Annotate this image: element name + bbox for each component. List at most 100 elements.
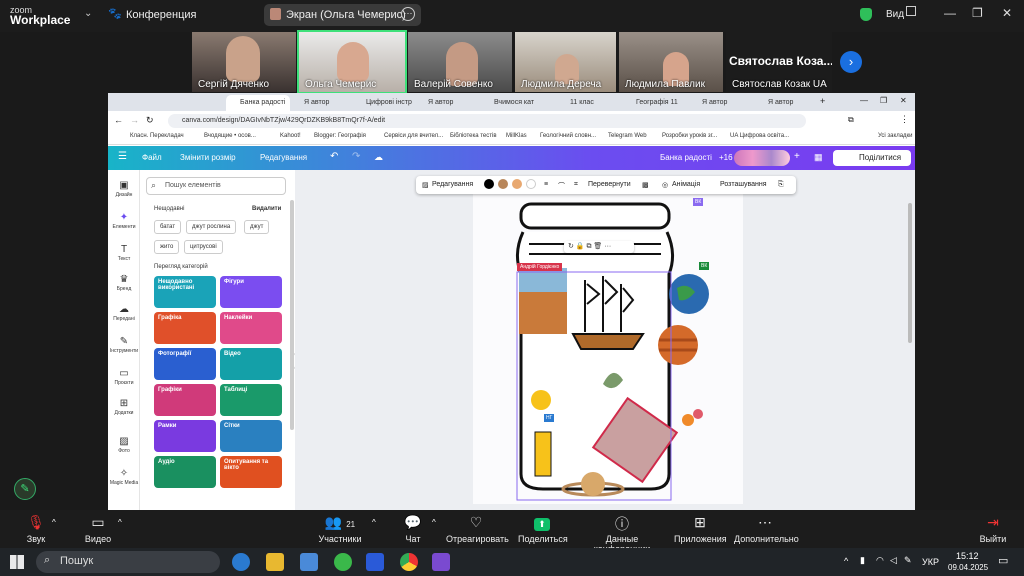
tab[interactable]: 11 клас xyxy=(556,95,614,111)
line-style-icon[interactable]: ≡ xyxy=(544,181,548,188)
bookmark[interactable]: Бібліотека тестів xyxy=(450,133,497,139)
annotate-pen-icon[interactable]: ✎ xyxy=(14,478,36,500)
hamburger-icon[interactable]: ☰ xyxy=(118,151,127,162)
chevron-up-icon[interactable]: ^ xyxy=(432,518,436,527)
editing-mode-button[interactable]: Редагування xyxy=(260,153,307,162)
category-tile[interactable]: Нещодавно використані xyxy=(154,276,216,308)
corner-icon[interactable]: ⌒ xyxy=(558,181,565,191)
category-tile[interactable]: Рамки xyxy=(154,420,216,452)
search-input[interactable]: ⌕ Пошук елементів xyxy=(146,177,286,195)
store-icon[interactable] xyxy=(300,553,318,571)
tab[interactable]: Цифрові інстр xyxy=(352,95,414,111)
canvas-scrollbar[interactable] xyxy=(908,203,912,343)
participant-tile[interactable]: Людмила Дереча xyxy=(515,32,616,92)
bookmark[interactable]: Blogger: Географія xyxy=(314,133,366,139)
file-menu[interactable]: Файл xyxy=(142,153,162,162)
bookmark[interactable]: UA Цифрова освіта... xyxy=(730,133,789,139)
pen-tray-icon[interactable]: ✎ xyxy=(904,555,912,566)
participants-button[interactable]: 👥 21 Участники xyxy=(310,514,370,544)
copy-style-icon[interactable]: ⎘ xyxy=(778,181,784,189)
chevron-up-icon[interactable]: ^ xyxy=(52,518,56,527)
crop-icon[interactable]: ⌗ xyxy=(574,181,578,189)
battery-icon[interactable]: ▮ xyxy=(860,555,865,566)
tab[interactable]: Вчимося кат xyxy=(480,95,542,111)
mute-button[interactable]: 🎙 Звук xyxy=(16,514,56,544)
participant-tile[interactable]: Сергій Дяченко xyxy=(192,32,296,92)
forward-icon[interactable]: → xyxy=(130,115,139,125)
leave-button[interactable]: ⇥ Выйти xyxy=(976,514,1010,544)
edge-icon[interactable] xyxy=(232,553,250,571)
chevron-up-icon[interactable]: ^ xyxy=(118,518,122,527)
tab[interactable]: Географія 11 xyxy=(622,95,684,111)
restore-icon[interactable]: ❐ xyxy=(880,96,887,105)
color-swatch[interactable] xyxy=(498,179,508,189)
clock-time[interactable]: 15:12 xyxy=(956,551,979,561)
animate-button[interactable]: Анімація xyxy=(672,181,700,188)
extensions-icon[interactable]: ⧉ xyxy=(848,115,854,125)
tab-active[interactable]: Банка радості xyxy=(226,95,290,111)
chevron-down-icon[interactable]: ⌄ xyxy=(84,8,92,19)
recent-chip[interactable]: жито xyxy=(154,240,180,254)
taskbar-search[interactable]: ⌕ Пошук xyxy=(36,551,220,573)
clock-date[interactable]: 09.04.2025 xyxy=(948,563,988,572)
participant-tile[interactable]: Святослав Коза... Святослав Козак UA xyxy=(726,32,832,92)
reload-icon[interactable]: ↻ xyxy=(146,115,154,126)
category-tile[interactable]: Фотографії xyxy=(154,348,216,380)
edit-image-icon[interactable]: ▨ xyxy=(422,181,429,189)
panel-scrollbar[interactable] xyxy=(290,200,294,430)
design-page[interactable]: Андрій Гордієнко ВК НГ ВК xyxy=(473,184,743,504)
video-button[interactable]: ▭ Видео xyxy=(76,514,120,544)
color-swatch[interactable] xyxy=(526,179,536,189)
rail-tools[interactable]: ✎ Інструменти xyxy=(108,336,140,354)
category-tile[interactable]: Відео xyxy=(220,348,282,380)
position-button[interactable]: Розташування xyxy=(720,181,767,188)
react-button[interactable]: ♡ Отреагировать xyxy=(446,514,509,544)
wifi-icon[interactable]: ◠ xyxy=(876,555,884,566)
next-page-icon[interactable]: › xyxy=(840,51,862,73)
notifications-icon[interactable]: ▭ xyxy=(998,554,1008,567)
language-indicator[interactable]: УКР xyxy=(922,557,939,567)
new-tab-icon[interactable]: + xyxy=(820,96,825,106)
url-field[interactable]: canva.com/design/DAGIvNbTZjw/429QrDZKB9k… xyxy=(168,114,806,128)
element-quick-actions[interactable]: ↻ 🔒 ⧉ 🗑 ··· xyxy=(564,241,634,253)
shield-icon[interactable] xyxy=(860,8,872,21)
undo-icon[interactable]: ↶ xyxy=(330,151,338,162)
rail-magic-media[interactable]: ✧ Magic Media xyxy=(108,468,140,486)
bookmark[interactable]: Telegram Web xyxy=(608,133,647,139)
clear-recent-button[interactable]: Видалити xyxy=(252,206,281,212)
minimize-icon[interactable]: — xyxy=(860,96,868,105)
add-collaborator-icon[interactable]: + xyxy=(794,151,800,162)
windows-start-icon[interactable] xyxy=(10,555,24,569)
viber-icon[interactable] xyxy=(432,553,450,571)
rail-apps[interactable]: ⊞ Додатки xyxy=(108,398,140,416)
bookmark[interactable]: MillKlas xyxy=(506,133,527,139)
animate-icon[interactable]: ◎ xyxy=(662,181,668,189)
view-menu[interactable]: Вид xyxy=(886,9,904,20)
tab[interactable]: Я автор xyxy=(754,95,816,111)
recent-chip[interactable]: цитрусові xyxy=(184,240,223,254)
bookmark-all[interactable]: Усі закладки xyxy=(878,133,913,139)
minimize-icon[interactable]: — xyxy=(944,6,956,20)
view-grid-icon[interactable] xyxy=(906,6,916,16)
participant-tile[interactable]: Валерій Совенко xyxy=(408,32,512,92)
flip-button[interactable]: Перевернути xyxy=(588,181,631,188)
more-button[interactable]: ⋯ Дополнительно xyxy=(734,514,799,544)
rail-elements[interactable]: ✦ Елементи xyxy=(108,212,140,230)
resize-button[interactable]: Змінити розмір xyxy=(180,153,236,162)
participant-tile[interactable]: Людмила Павлик xyxy=(619,32,723,92)
redo-icon[interactable]: ↷ xyxy=(352,151,360,162)
apps-button[interactable]: ⊞ Приложения xyxy=(674,514,727,544)
color-swatch[interactable] xyxy=(484,179,494,189)
rail-design[interactable]: ▣ Дизайн xyxy=(108,180,140,198)
category-tile[interactable]: Фігури xyxy=(220,276,282,308)
close-icon[interactable]: ✕ xyxy=(1002,6,1012,20)
file-explorer-icon[interactable] xyxy=(266,553,284,571)
share-button[interactable]: Поділитися xyxy=(833,150,911,166)
bookmark[interactable]: Сервіси для вчител... xyxy=(384,133,443,139)
close-icon[interactable]: ✕ xyxy=(900,96,907,105)
collaborator-avatars[interactable] xyxy=(734,150,790,166)
bookmark[interactable]: Вчодящие • осов... xyxy=(204,133,256,139)
edit-button[interactable]: Редагування xyxy=(432,181,473,188)
tab[interactable]: Я автор xyxy=(290,95,352,111)
tray-chevron-icon[interactable]: ^ xyxy=(844,556,848,566)
